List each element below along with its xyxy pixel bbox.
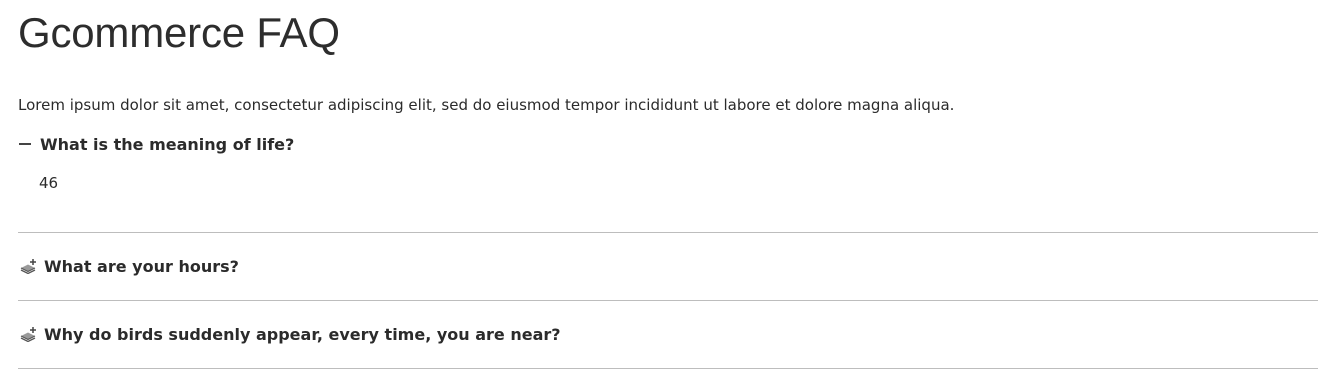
- minus-icon[interactable]: [18, 133, 32, 155]
- layers-plus-icon[interactable]: [18, 323, 40, 345]
- faq-item: What is the meaning of life? 46: [18, 131, 1318, 233]
- layers-plus-icon[interactable]: [18, 255, 40, 277]
- faq-question-toggle[interactable]: What is the meaning of life?: [18, 131, 1318, 157]
- faq-question-text: What are your hours?: [44, 256, 239, 276]
- faq-question-text: What is the meaning of life?: [40, 134, 295, 154]
- faq-page: Gcommerce FAQ Lorem ipsum dolor sit amet…: [0, 0, 1335, 369]
- page-title: Gcommerce FAQ: [18, 9, 340, 56]
- faq-question-toggle[interactable]: Why do birds suddenly appear, every time…: [18, 321, 1318, 347]
- faq-question-toggle[interactable]: What are your hours?: [18, 253, 1318, 279]
- intro-text: Lorem ipsum dolor sit amet, consectetur …: [18, 96, 955, 114]
- faq-item: What are your hours?: [18, 253, 1318, 301]
- faq-list: What is the meaning of life? 46 What are…: [18, 131, 1318, 369]
- faq-item: Why do birds suddenly appear, every time…: [18, 321, 1318, 369]
- faq-question-text: Why do birds suddenly appear, every time…: [44, 324, 561, 344]
- faq-answer: 46: [39, 174, 59, 192]
